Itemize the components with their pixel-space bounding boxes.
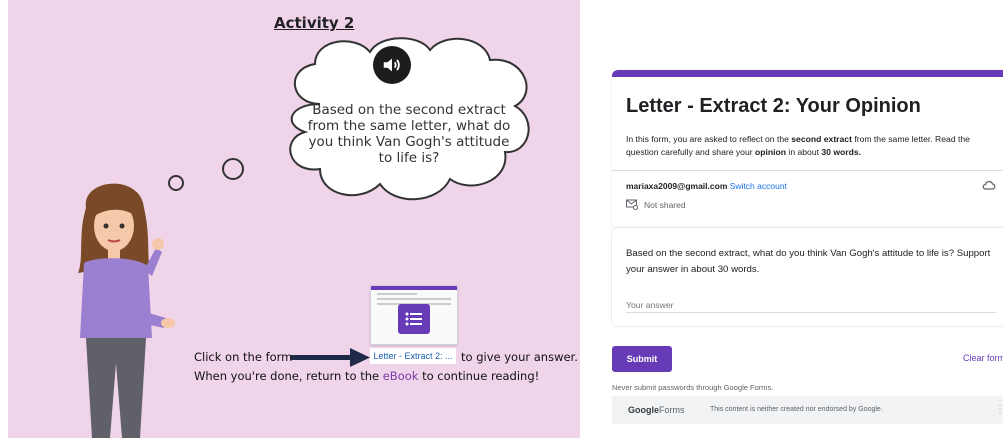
activity-slide: Activity 2 Based on the second extract f… xyxy=(8,0,580,438)
arrow-icon xyxy=(290,348,370,367)
ebook-link[interactable]: eBook xyxy=(383,369,419,383)
question-card: Based on the second extract, what do you… xyxy=(612,228,1003,326)
instruction-click: Click on the form xyxy=(194,350,292,364)
character-illustration xyxy=(78,183,175,438)
form-thumbnail[interactable] xyxy=(370,285,458,345)
form-description: In this form, you are asked to reflect o… xyxy=(626,134,970,157)
question-text: Based on the second extract, what do you… xyxy=(626,248,991,275)
account-row: mariaxa2009@gmail.com Switch account xyxy=(626,181,787,191)
form-header-card: Letter - Extract 2: Your Opinion In this… xyxy=(612,70,1003,227)
instruction-click-suffix: to give your answer. xyxy=(461,350,578,364)
thought-bubble-large xyxy=(222,158,244,180)
cloud-sync-icon xyxy=(982,181,996,190)
answer-input[interactable] xyxy=(626,298,996,313)
instruction-return: When you're done, return to the eBook to… xyxy=(194,369,539,383)
submit-button[interactable]: Submit xyxy=(612,346,672,372)
mail-not-shared-icon xyxy=(626,199,638,210)
more-options-icon[interactable]: ⋮ xyxy=(995,404,1003,415)
endorsement-note: This content is neither created nor endo… xyxy=(710,406,883,413)
instruction-return-prefix: When you're done, return to the xyxy=(194,369,383,383)
account-email: mariaxa2009@gmail.com xyxy=(626,181,728,191)
speaker-glyph-icon xyxy=(383,58,400,72)
form-thumbnail-link[interactable]: Letter - Extract 2: ... xyxy=(370,348,456,364)
form-title: Letter - Extract 2: Your Opinion xyxy=(626,95,921,117)
google-form: Letter - Extract 2: Your Opinion In this… xyxy=(612,70,1003,438)
google-forms-icon xyxy=(398,304,430,334)
form-footer: GoogleForms This content is neither crea… xyxy=(612,396,1003,424)
google-forms-logo[interactable]: GoogleForms xyxy=(628,405,685,415)
speaker-icon[interactable] xyxy=(373,46,411,84)
switch-account-link[interactable]: Switch account xyxy=(730,181,787,191)
instruction-click-prefix: Click on the form xyxy=(194,350,293,364)
cloud-question: Based on the second extract from the sam… xyxy=(307,102,511,166)
instruction-return-suffix: to continue reading! xyxy=(418,369,540,383)
header-divider xyxy=(612,170,1003,171)
activity-title: Activity 2 xyxy=(274,14,355,32)
not-shared-label: Not shared xyxy=(644,200,686,210)
password-warning: Never submit passwords through Google Fo… xyxy=(612,383,774,392)
clear-form-button[interactable]: Clear form xyxy=(963,353,1003,363)
